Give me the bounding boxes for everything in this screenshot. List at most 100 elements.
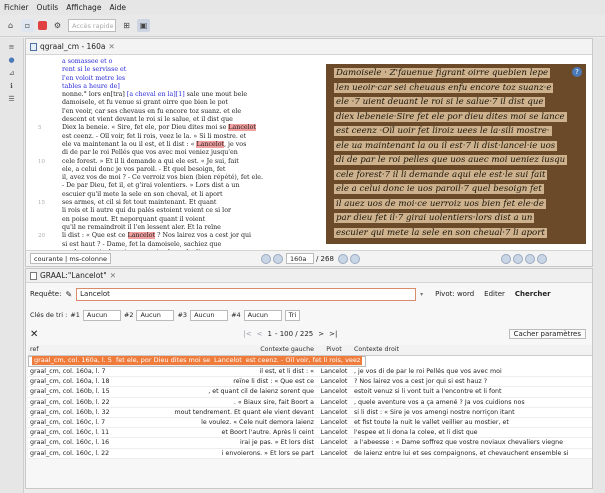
column-header: Contexte droit <box>352 345 592 356</box>
previous-page-button[interactable] <box>272 253 283 264</box>
text-segment: Diex la beneie. « Sire, fet ele, por Die… <box>62 124 229 132</box>
marker-icon[interactable]: ℹ <box>0 82 23 90</box>
text-line: si est haut ? - Dame, fet la damoisele, … <box>62 241 312 249</box>
table-cell: graal_cm, col. 160c, l. 11 <box>28 427 128 439</box>
text-line: qu'il ne remaindroit il l'en lessent ale… <box>62 224 312 232</box>
table-cell: graal_cm, col. 160c, l. 22 <box>28 448 128 459</box>
sort-key-select[interactable]: Aucun <box>82 309 121 321</box>
text-segment: li rois et li autre qui du palés estoien… <box>62 207 231 215</box>
menu-item-outils[interactable]: Outils <box>37 3 59 12</box>
corpus-icon[interactable]: ≡ <box>0 43 23 51</box>
text-line: rent si le servisse et <box>62 66 312 74</box>
page-start: 1 <box>267 330 272 338</box>
line-number: 15 <box>38 200 45 207</box>
table-cell: graal_cm, col. 160b, l. 32 <box>28 407 128 418</box>
page-input[interactable]: 160a <box>285 253 314 264</box>
pivot-label[interactable]: Pivot: word <box>435 290 474 298</box>
list-icon[interactable]: ☰ <box>0 95 23 103</box>
table-cell: le voulez. « Cele nuit demora laienz <box>128 417 316 429</box>
manuscript-image[interactable]: ? Damoisele · Z'fauenue figrant oirre qu… <box>326 64 586 244</box>
hide-parameters-button[interactable]: Cacher paramètres <box>508 329 586 339</box>
grid-icon[interactable]: ⊞ <box>120 19 133 32</box>
sort-key-select[interactable]: Aucun <box>243 309 282 321</box>
next-page-button[interactable]: > <box>318 330 324 338</box>
table-row[interactable]: graal_cm, col. 160c, l. 16 irai je pas. »… <box>28 437 592 449</box>
highlighted-match: Lancelot <box>228 124 256 132</box>
text-segment: cele forest. » Et il li demande a qui el… <box>62 157 239 165</box>
text-line: il, avez vos de moi ? - Ce verroiz vos b… <box>62 174 312 182</box>
query-history-chevron-icon[interactable]: ▾ <box>420 291 423 298</box>
column-header: ref <box>28 345 128 356</box>
table-row[interactable]: graal_cm, col. 160b, l. 32 mout tendremen… <box>28 407 592 418</box>
edition-select[interactable]: courante | ms-colonne <box>30 253 111 264</box>
pencil-icon[interactable]: ✎ <box>65 290 72 299</box>
first-page-button[interactable] <box>260 253 271 264</box>
settings-icon[interactable]: ⚙ <box>51 19 64 32</box>
concordance-tab[interactable]: GRAAL:"Lancelot" ✕ <box>26 269 592 283</box>
image-zoom-out-button[interactable] <box>512 253 523 264</box>
search-button[interactable]: Chercher <box>515 290 551 298</box>
sort-key-number: #2 <box>123 311 134 319</box>
table-cell: Lancelot <box>316 437 352 449</box>
tree-icon[interactable]: ⊿ <box>0 69 23 77</box>
delete-icon[interactable]: ✕ <box>30 329 38 340</box>
table-row[interactable]: graal_cm, col. 160a, l. 5 fet ele, por Di… <box>28 355 367 367</box>
sort-key-number: #4 <box>231 311 241 319</box>
table-cell: Lancelot <box>316 427 352 439</box>
concordance-table: ref Contexte gauche Pivot Contexte droit gr… <box>28 345 592 459</box>
last-page-button[interactable] <box>349 253 360 264</box>
text-segment: ? Nos lairez vos a cest jor qui <box>155 232 252 240</box>
concordance-icon <box>30 271 37 280</box>
next-page-button[interactable] <box>337 253 348 264</box>
text-line: tables a heure de] <box>62 83 312 91</box>
menu-item-affichage[interactable]: Affichage <box>66 3 101 12</box>
sort-button[interactable]: Tri <box>284 309 301 321</box>
sort-key-select[interactable]: Aucun <box>190 309 229 321</box>
table-cell: graal_cm, col. 160a, l. 18 <box>28 376 128 388</box>
text-line: 15 ses armes, et cil si fet tout maintena… <box>38 199 312 207</box>
close-icon[interactable]: ✕ <box>108 42 114 51</box>
menu-item-aide[interactable]: Aide <box>109 3 126 12</box>
new-document-icon[interactable]: ▫ <box>21 19 34 32</box>
last-page-button[interactable]: >| <box>329 330 337 338</box>
first-page-button[interactable]: |< <box>243 330 251 338</box>
table-cell: ? Nos lairez vos a cest jor qui si est h… <box>352 376 592 388</box>
close-icon[interactable]: ✕ <box>110 271 116 280</box>
table-row[interactable]: graal_cm, col. 160b, l. 15, et quant cil… <box>28 386 592 398</box>
table-cell: graal_cm, col. 160c, l. 7 <box>28 417 128 429</box>
image-rotate-button[interactable] <box>524 253 535 264</box>
text-segment: ele va maintenant la ou il est, et li di… <box>62 140 197 148</box>
previous-page-button[interactable]: < <box>257 330 263 338</box>
red-square-icon[interactable] <box>38 21 47 30</box>
manuscript-line: len ueoir·car sei cheuaus enfu encore to… <box>334 82 554 93</box>
menu-item-fichier[interactable]: Fichier <box>4 3 29 12</box>
table-cell: Lancelot <box>316 376 352 388</box>
quick-access-input[interactable]: Accès rapide <box>68 19 116 32</box>
table-row[interactable]: graal_cm, col. 160a, l. 7 il est, et li d… <box>28 366 592 378</box>
table-cell: reïne li dist : « Que est ce <box>128 376 316 388</box>
text-line: 20 li dist : « Que est ce Lancelot ? Nos … <box>38 232 312 240</box>
table-row[interactable]: graal_cm, col. 160b, l. 22. « Biaux sire… <box>28 397 592 408</box>
edit-button[interactable]: Editer <box>484 290 505 298</box>
concordance-tab-title: GRAAL:"Lancelot" <box>40 271 107 280</box>
editor-tab-title: qgraal_cm - 160a <box>40 42 106 51</box>
table-row[interactable]: graal_cm, col. 160c, l. 7 le voulez. « Ce… <box>28 417 592 429</box>
sort-key-select[interactable]: Aucun <box>136 309 175 321</box>
zoom-icon[interactable]: ? <box>572 67 582 77</box>
text-segment: ses armes, et cil si fet tout maintenant… <box>62 199 217 207</box>
view-icon[interactable]: ▣ <box>137 19 150 32</box>
text-line: ele, a celui donc je vos paroil. - Et qu… <box>62 166 312 174</box>
image-reset-button[interactable] <box>536 253 547 264</box>
table-row[interactable]: graal_cm, col. 160c, l. 22 i envoierons. … <box>28 448 592 459</box>
table-row[interactable]: graal_cm, col. 160a, l. 18 reïne li dist … <box>28 376 592 388</box>
editor-tab[interactable]: qgraal_cm - 160a ✕ <box>26 39 592 55</box>
query-input[interactable]: Lancelot <box>76 287 417 301</box>
database-icon[interactable]: ● <box>0 56 23 64</box>
table-row[interactable]: graal_cm, col. 160c, l. 11 et Boort l'aut… <box>28 427 592 439</box>
home-icon[interactable]: ⌂ <box>4 19 17 32</box>
table-cell: estoit venuz si li vont tuit a l'encontr… <box>352 386 592 398</box>
image-zoom-in-button[interactable] <box>500 253 511 264</box>
manuscript-line: Damoisele · Z'fauenue figrant oirre queb… <box>334 68 551 78</box>
text-segment: est ceenz. - Oïl voir, fet li rois, veez… <box>62 132 247 140</box>
table-cell: mout tendrement. Et quant ele vient deva… <box>128 407 316 418</box>
